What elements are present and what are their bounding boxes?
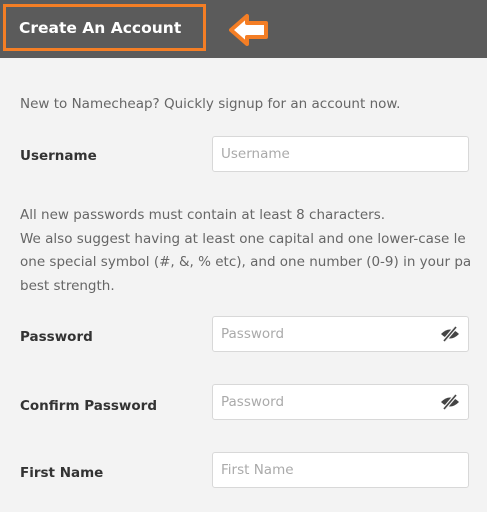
username-label: Username: [20, 148, 97, 164]
page-title: Create An Account: [19, 19, 182, 37]
confirm-password-field[interactable]: [212, 384, 469, 420]
password-help-line: All new passwords must contain at least …: [20, 207, 386, 223]
first-name-field[interactable]: [212, 452, 469, 488]
password-field[interactable]: [212, 316, 469, 352]
confirm-password-label: Confirm Password: [20, 398, 158, 414]
signup-intro-text: New to Namecheap? Quickly signup for an …: [20, 96, 401, 112]
password-input[interactable]: [221, 317, 421, 351]
password-help-line: best strength.: [20, 277, 115, 294]
eye-slash-icon[interactable]: [440, 394, 460, 410]
password-label: Password: [20, 329, 93, 345]
password-help-line: one special symbol (#, &, % etc), and on…: [20, 254, 472, 270]
first-name-input[interactable]: [221, 453, 421, 487]
eye-slash-icon[interactable]: [440, 326, 460, 342]
left-arrow-icon: [229, 14, 268, 46]
confirm-password-input[interactable]: [221, 385, 421, 419]
page-header: Create An Account: [0, 0, 487, 58]
username-field[interactable]: [212, 136, 469, 172]
password-help-line: We also suggest having at least one capi…: [20, 230, 466, 247]
password-requirements-text: All new passwords must contain at least …: [20, 204, 471, 298]
first-name-label: First Name: [20, 465, 104, 481]
username-input[interactable]: [221, 137, 421, 171]
